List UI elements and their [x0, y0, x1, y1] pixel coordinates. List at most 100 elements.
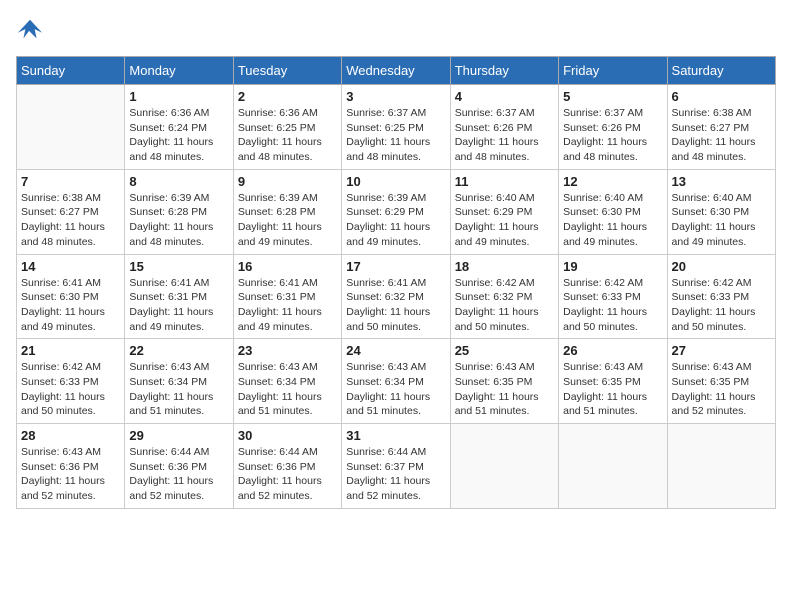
page-header — [16, 16, 776, 44]
day-number: 22 — [129, 343, 228, 358]
cell-info: Sunrise: 6:36 AM Sunset: 6:24 PM Dayligh… — [129, 106, 228, 165]
calendar-cell: 9 Sunrise: 6:39 AM Sunset: 6:28 PM Daylig… — [233, 169, 341, 254]
day-number: 13 — [672, 174, 771, 189]
calendar-cell: 21 Sunrise: 6:42 AM Sunset: 6:33 PM Dayli… — [17, 339, 125, 424]
day-header-saturday: Saturday — [667, 57, 775, 85]
cell-info: Sunrise: 6:38 AM Sunset: 6:27 PM Dayligh… — [672, 106, 771, 165]
day-header-friday: Friday — [559, 57, 667, 85]
calendar-cell — [559, 424, 667, 509]
cell-info: Sunrise: 6:43 AM Sunset: 6:35 PM Dayligh… — [563, 360, 662, 419]
week-row-2: 7 Sunrise: 6:38 AM Sunset: 6:27 PM Daylig… — [17, 169, 776, 254]
day-number: 11 — [455, 174, 554, 189]
day-header-thursday: Thursday — [450, 57, 558, 85]
day-header-wednesday: Wednesday — [342, 57, 450, 85]
cell-info: Sunrise: 6:37 AM Sunset: 6:26 PM Dayligh… — [563, 106, 662, 165]
cell-info: Sunrise: 6:43 AM Sunset: 6:34 PM Dayligh… — [238, 360, 337, 419]
calendar-cell: 25 Sunrise: 6:43 AM Sunset: 6:35 PM Dayli… — [450, 339, 558, 424]
day-number: 27 — [672, 343, 771, 358]
day-header-monday: Monday — [125, 57, 233, 85]
calendar-cell: 13Sunrise: 6:40 AM Sunset: 6:30 PM Dayli… — [667, 169, 775, 254]
calendar-cell: 12 Sunrise: 6:40 AM Sunset: 6:30 PM Dayli… — [559, 169, 667, 254]
calendar-cell: 8 Sunrise: 6:39 AM Sunset: 6:28 PM Daylig… — [125, 169, 233, 254]
day-number: 12 — [563, 174, 662, 189]
day-number: 5 — [563, 89, 662, 104]
calendar-cell: 22Sunrise: 6:43 AM Sunset: 6:34 PM Dayli… — [125, 339, 233, 424]
day-number: 18 — [455, 259, 554, 274]
calendar-cell — [17, 85, 125, 170]
calendar-cell: 14 Sunrise: 6:41 AM Sunset: 6:30 PM Dayli… — [17, 254, 125, 339]
calendar-cell: 7 Sunrise: 6:38 AM Sunset: 6:27 PM Daylig… — [17, 169, 125, 254]
day-number: 25 — [455, 343, 554, 358]
day-number: 6 — [672, 89, 771, 104]
calendar-cell: 2 Sunrise: 6:36 AM Sunset: 6:25 PM Daylig… — [233, 85, 341, 170]
cell-info: Sunrise: 6:40 AM Sunset: 6:29 PM Dayligh… — [455, 191, 554, 250]
calendar-cell: 24Sunrise: 6:43 AM Sunset: 6:34 PM Dayli… — [342, 339, 450, 424]
calendar-cell: 19 Sunrise: 6:42 AM Sunset: 6:33 PM Dayli… — [559, 254, 667, 339]
calendar-cell: 16 Sunrise: 6:41 AM Sunset: 6:31 PM Dayli… — [233, 254, 341, 339]
day-number: 30 — [238, 428, 337, 443]
calendar-cell: 15 Sunrise: 6:41 AM Sunset: 6:31 PM Dayli… — [125, 254, 233, 339]
calendar-cell: 4 Sunrise: 6:37 AM Sunset: 6:26 PM Daylig… — [450, 85, 558, 170]
cell-info: Sunrise: 6:41 AM Sunset: 6:31 PM Dayligh… — [129, 276, 228, 335]
calendar-cell — [667, 424, 775, 509]
day-number: 8 — [129, 174, 228, 189]
week-row-5: 28 Sunrise: 6:43 AM Sunset: 6:36 PM Dayli… — [17, 424, 776, 509]
day-number: 1 — [129, 89, 228, 104]
cell-info: Sunrise: 6:42 AM Sunset: 6:33 PM Dayligh… — [563, 276, 662, 335]
day-number: 23 — [238, 343, 337, 358]
logo-icon — [16, 16, 44, 44]
logo — [16, 16, 48, 44]
day-number: 19 — [563, 259, 662, 274]
day-number: 3 — [346, 89, 445, 104]
day-number: 9 — [238, 174, 337, 189]
calendar-cell: 11 Sunrise: 6:40 AM Sunset: 6:29 PM Dayli… — [450, 169, 558, 254]
cell-info: Sunrise: 6:44 AM Sunset: 6:36 PM Dayligh… — [129, 445, 228, 504]
calendar-cell: 1 Sunrise: 6:36 AM Sunset: 6:24 PM Daylig… — [125, 85, 233, 170]
cell-info: Sunrise: 6:42 AM Sunset: 6:33 PM Dayligh… — [21, 360, 120, 419]
day-number: 17 — [346, 259, 445, 274]
cell-info: Sunrise: 6:41 AM Sunset: 6:30 PM Dayligh… — [21, 276, 120, 335]
day-number: 21 — [21, 343, 120, 358]
calendar-cell: 3 Sunrise: 6:37 AM Sunset: 6:25 PM Daylig… — [342, 85, 450, 170]
cell-info: Sunrise: 6:36 AM Sunset: 6:25 PM Dayligh… — [238, 106, 337, 165]
calendar-cell: 31Sunrise: 6:44 AM Sunset: 6:37 PM Dayli… — [342, 424, 450, 509]
calendar-cell: 30 Sunrise: 6:44 AM Sunset: 6:36 PM Dayli… — [233, 424, 341, 509]
cell-info: Sunrise: 6:37 AM Sunset: 6:26 PM Dayligh… — [455, 106, 554, 165]
calendar-cell: 23 Sunrise: 6:43 AM Sunset: 6:34 PM Dayli… — [233, 339, 341, 424]
cell-info: Sunrise: 6:42 AM Sunset: 6:32 PM Dayligh… — [455, 276, 554, 335]
day-number: 15 — [129, 259, 228, 274]
day-number: 31 — [346, 428, 445, 443]
calendar-cell: 26 Sunrise: 6:43 AM Sunset: 6:35 PM Dayli… — [559, 339, 667, 424]
header-row: SundayMondayTuesdayWednesdayThursdayFrid… — [17, 57, 776, 85]
week-row-3: 14 Sunrise: 6:41 AM Sunset: 6:30 PM Dayli… — [17, 254, 776, 339]
calendar-cell: 10 Sunrise: 6:39 AM Sunset: 6:29 PM Dayli… — [342, 169, 450, 254]
day-number: 20 — [672, 259, 771, 274]
cell-info: Sunrise: 6:39 AM Sunset: 6:28 PM Dayligh… — [129, 191, 228, 250]
day-number: 16 — [238, 259, 337, 274]
cell-info: Sunrise: 6:43 AM Sunset: 6:36 PM Dayligh… — [21, 445, 120, 504]
cell-info: Sunrise: 6:39 AM Sunset: 6:29 PM Dayligh… — [346, 191, 445, 250]
day-header-tuesday: Tuesday — [233, 57, 341, 85]
cell-info: Sunrise: 6:43 AM Sunset: 6:35 PM Dayligh… — [455, 360, 554, 419]
day-number: 14 — [21, 259, 120, 274]
calendar-cell: 29Sunrise: 6:44 AM Sunset: 6:36 PM Dayli… — [125, 424, 233, 509]
calendar-cell: 18 Sunrise: 6:42 AM Sunset: 6:32 PM Dayli… — [450, 254, 558, 339]
day-number: 4 — [455, 89, 554, 104]
day-number: 2 — [238, 89, 337, 104]
cell-info: Sunrise: 6:43 AM Sunset: 6:35 PM Dayligh… — [672, 360, 771, 419]
calendar-cell: 20 Sunrise: 6:42 AM Sunset: 6:33 PM Dayli… — [667, 254, 775, 339]
cell-info: Sunrise: 6:44 AM Sunset: 6:36 PM Dayligh… — [238, 445, 337, 504]
cell-info: Sunrise: 6:38 AM Sunset: 6:27 PM Dayligh… — [21, 191, 120, 250]
cell-info: Sunrise: 6:40 AM Sunset: 6:30 PM Dayligh… — [563, 191, 662, 250]
cell-info: Sunrise: 6:41 AM Sunset: 6:31 PM Dayligh… — [238, 276, 337, 335]
day-number: 7 — [21, 174, 120, 189]
day-number: 28 — [21, 428, 120, 443]
calendar-cell: 5 Sunrise: 6:37 AM Sunset: 6:26 PM Daylig… — [559, 85, 667, 170]
cell-info: Sunrise: 6:42 AM Sunset: 6:33 PM Dayligh… — [672, 276, 771, 335]
cell-info: Sunrise: 6:37 AM Sunset: 6:25 PM Dayligh… — [346, 106, 445, 165]
week-row-4: 21 Sunrise: 6:42 AM Sunset: 6:33 PM Dayli… — [17, 339, 776, 424]
cell-info: Sunrise: 6:39 AM Sunset: 6:28 PM Dayligh… — [238, 191, 337, 250]
day-header-sunday: Sunday — [17, 57, 125, 85]
day-number: 10 — [346, 174, 445, 189]
day-number: 26 — [563, 343, 662, 358]
